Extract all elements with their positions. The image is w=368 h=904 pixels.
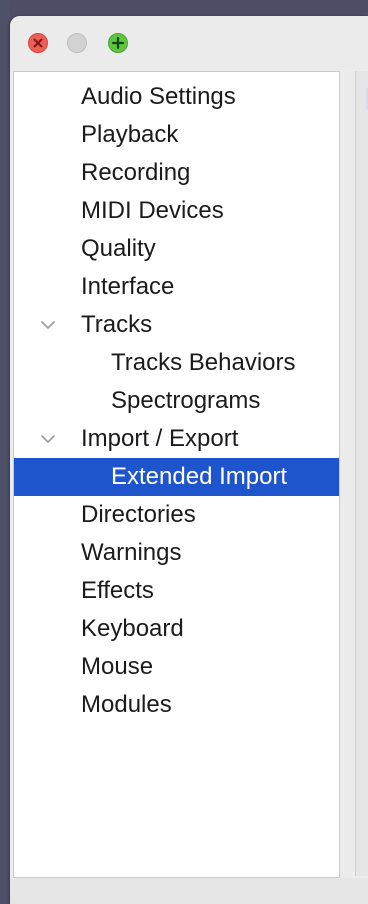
zoom-button[interactable] — [108, 33, 128, 53]
tree-item-warnings[interactable]: Warnings — [14, 534, 339, 572]
tree-item-spectrograms[interactable]: Spectrograms — [14, 382, 339, 420]
tree-item-directories[interactable]: Directories — [14, 496, 339, 534]
tree-item-midi-devices[interactable]: MIDI Devices — [14, 192, 339, 230]
tree-item-label: MIDI Devices — [81, 197, 224, 224]
tree-item-quality[interactable]: Quality — [14, 230, 339, 268]
chevron-down-icon[interactable] — [40, 431, 56, 447]
tree-item-label: Spectrograms — [111, 387, 261, 414]
tree-item-audio-settings[interactable]: Audio Settings — [14, 78, 339, 116]
tree-item-label: Directories — [81, 501, 196, 528]
tree-item-label: Interface — [81, 273, 175, 300]
minimize-button[interactable] — [67, 33, 87, 53]
tree-item-keyboard[interactable]: Keyboard — [14, 610, 339, 648]
tree-item-mouse[interactable]: Mouse — [14, 648, 339, 686]
chevron-down-icon[interactable] — [40, 317, 56, 333]
title-bar[interactable] — [10, 16, 368, 70]
tree-item-extended-import[interactable]: Extended Import — [14, 458, 339, 496]
preferences-window: Audio Settings Playback Recording MIDI Devi… — [10, 16, 368, 904]
close-icon — [33, 38, 43, 48]
tree-item-label: Effects — [81, 577, 154, 604]
tree-item-playback[interactable]: Playback — [14, 116, 339, 154]
tree-item-label: Mouse — [81, 653, 154, 680]
tree-item-label: Recording — [81, 159, 191, 186]
tree-item-label: Audio Settings — [81, 83, 236, 110]
desktop-background — [0, 0, 10, 904]
tree-item-label: Keyboard — [81, 615, 184, 642]
zoom-plus-icon — [111, 36, 125, 50]
tree-item-effects[interactable]: Effects — [14, 572, 339, 610]
tree-item-modules[interactable]: Modules — [14, 686, 339, 724]
tree-item-label: Modules — [81, 691, 172, 718]
close-button[interactable] — [28, 33, 48, 53]
tree-item-label: Tracks — [81, 311, 153, 338]
tree-item-tracks[interactable]: Tracks — [14, 306, 339, 344]
bottom-bar — [10, 878, 368, 904]
tree-item-label: Quality — [81, 235, 156, 262]
tree-item-tracks-behaviors[interactable]: Tracks Behaviors — [14, 344, 339, 382]
settings-panel — [356, 71, 368, 876]
tree-item-label: Warnings — [81, 539, 182, 566]
preferences-category-tree[interactable]: Audio Settings Playback Recording MIDI Devi… — [13, 71, 340, 878]
tree-item-interface[interactable]: Interface — [14, 268, 339, 306]
tree-item-recording[interactable]: Recording — [14, 154, 339, 192]
tree-item-label: Extended Import — [111, 463, 288, 490]
tree-item-label: Playback — [81, 121, 179, 148]
tree-item-import-export[interactable]: Import / Export — [14, 420, 339, 458]
tree-item-label: Import / Export — [81, 425, 239, 452]
tree-item-label: Tracks Behaviors — [111, 349, 296, 376]
